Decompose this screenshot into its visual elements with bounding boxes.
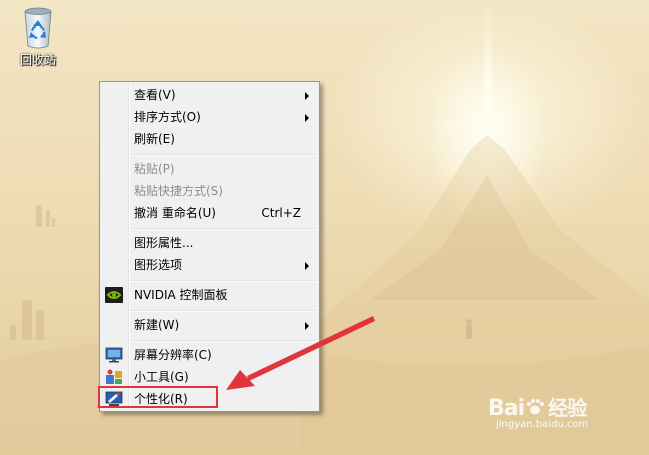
watermark-url: jingyan.baidu.com [496, 419, 589, 430]
annotation-arrow [226, 316, 375, 390]
watermark-brand: Bai [488, 396, 525, 421]
paw-icon [527, 399, 545, 415]
baidu-watermark: Bai 经验 jingyan.baidu.com [488, 392, 638, 430]
watermark-brand-suffix: 经验 [548, 396, 587, 420]
desktop[interactable]: 回收站 查看(V) 排序方式(O) 刷新(E) 粘贴(P) 粘贴快捷方式(S) … [0, 0, 649, 455]
